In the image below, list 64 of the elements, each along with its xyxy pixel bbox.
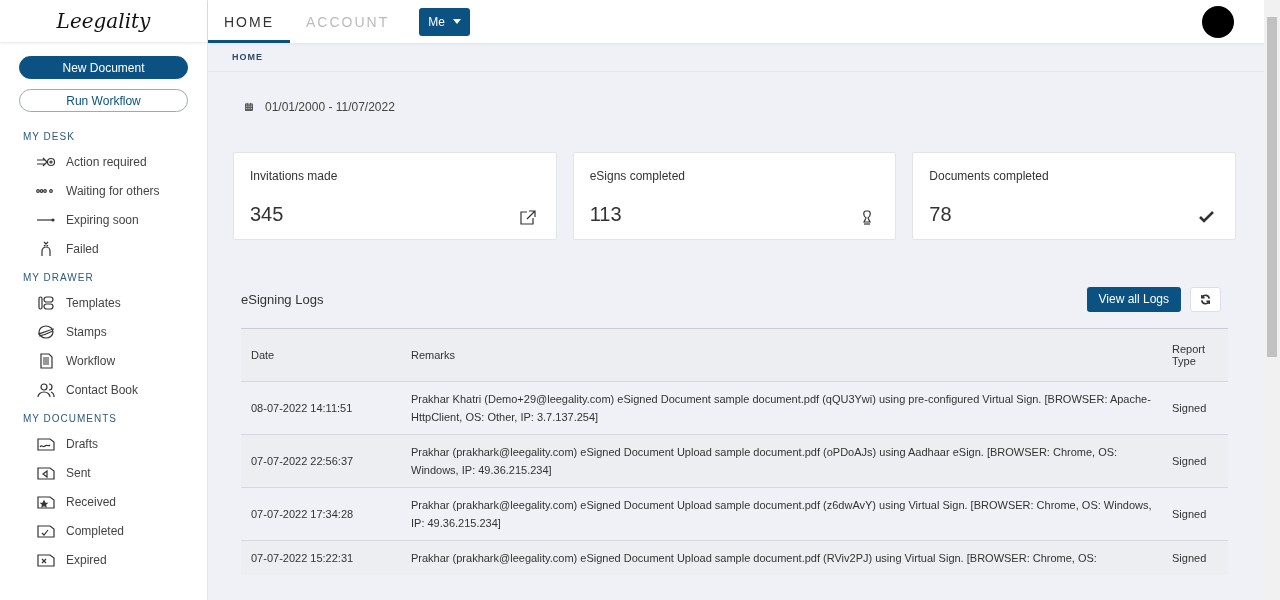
sidebar-item[interactable]: Waiting for others [0, 176, 207, 205]
scrollbar[interactable] [1264, 0, 1280, 600]
dots-icon [36, 188, 56, 193]
sidebar-item[interactable]: Completed [0, 516, 207, 545]
section-heading: MY DESK [22, 130, 76, 144]
table-cell: 07-07-2022 15:22:31 [251, 552, 354, 564]
stat-label: eSigns completed [589, 169, 687, 185]
sidebar-item[interactable]: Expired [0, 545, 207, 574]
table-cell: Signed [1172, 455, 1207, 467]
template-icon [36, 294, 56, 311]
envelope-arrow-icon [36, 464, 56, 481]
sidebar-item[interactable]: Expiring soon [0, 205, 207, 234]
refresh-button[interactable] [1190, 286, 1221, 312]
new-document-button[interactable]: New Document [19, 56, 188, 79]
column-header: Remarks [411, 349, 455, 361]
stat-value: 345 [250, 202, 285, 226]
table-cell: Signed [1172, 508, 1207, 520]
table-cell: Prakhar (prakhark@leegality.com) eSigned Document Upload sample document.pdf (oPDoAJs) using Aadhaar eSign. [BROWSER: Chrome, OS: Windows, IP: 49.36.215.234] [411, 446, 1118, 476]
envelope-star-icon [36, 493, 56, 510]
date-range[interactable]: 01/01/2000 - 11/07/2022 [265, 100, 395, 114]
table-cell: Signed [1172, 402, 1207, 414]
sidebar-item[interactable]: Drafts [0, 429, 207, 458]
breadcrumb[interactable]: HOME [232, 52, 263, 62]
column-header: Date [251, 349, 275, 361]
envelope-wave-icon [36, 435, 56, 452]
stat-label: Documents completed [929, 169, 1050, 185]
sidebar-item[interactable]: Templates [0, 288, 207, 317]
me-menu-button[interactable]: Me [419, 7, 470, 36]
stat-label: Invitations made [250, 169, 339, 185]
view-all-logs-button[interactable]: View all Logs [1086, 286, 1181, 312]
people-icon [36, 381, 56, 398]
run-workflow-button[interactable]: Run Workflow [19, 89, 188, 112]
avatar[interactable] [1202, 5, 1234, 38]
caret-icon [452, 19, 461, 24]
table-cell: 07-07-2022 22:56:37 [251, 455, 354, 467]
table-cell: Prakhar Khatri (Demo+29@leegality.com) eSigned Document sample document.pdf (qQU3Ywi) using pre-configured Virtual Sign. [BROWSER: Apache-HttpClient, OS: Other, IP: 3.7.137.254] [411, 393, 1151, 423]
table-cell: 08-07-2022 14:11:51 [251, 402, 353, 414]
envelope-x-icon [36, 551, 56, 568]
table-cell: 07-07-2022 17:34:28 [251, 508, 354, 520]
section-title: eSigning Logs [241, 291, 324, 307]
section-heading: MY DOCUMENTS [22, 412, 119, 426]
sidebar-item[interactable]: Workflow [0, 346, 207, 375]
sidebar-item[interactable]: Stamps [0, 317, 207, 346]
scrollbar-thumb[interactable] [1267, 17, 1277, 357]
stat-value: 113 [589, 202, 623, 226]
column-header: Report Type [1172, 343, 1206, 367]
sidebar-item[interactable]: Sent [0, 458, 207, 487]
sidebar-item[interactable]: Contact Book [0, 375, 207, 404]
external-link-icon [517, 207, 538, 226]
table-cell: Prakhar (prakhark@leegality.com) eSigned Document Upload sample document.pdf (z6dwAvY) using Virtual Sign. [BROWSER: Chrome, OS: Windows, IP: 49.36.215.234] [411, 499, 1152, 529]
table-cell: Signed [1172, 552, 1207, 564]
envelope-check-icon [36, 522, 56, 539]
section-heading: MY DRAWER [22, 271, 95, 285]
stamp-icon [36, 323, 56, 340]
logo: Leegality [56, 9, 151, 33]
sidebar-item[interactable]: Action required [0, 147, 207, 176]
stat-value: 78 [929, 202, 953, 226]
sidebar-item[interactable]: Received [0, 487, 207, 516]
sidebar-item[interactable]: Failed [0, 234, 207, 263]
table-cell: Prakhar (prakhark@leegality.com) eSigned Document Upload sample document.pdf (RViv2PJ) using Virtual Sign. [BROWSER: Chrome, OS: [411, 552, 1097, 564]
nav-tab[interactable]: HOME [208, 0, 290, 43]
calendar-icon [243, 101, 255, 113]
refresh-icon [1200, 293, 1211, 305]
line-icon [36, 217, 56, 222]
